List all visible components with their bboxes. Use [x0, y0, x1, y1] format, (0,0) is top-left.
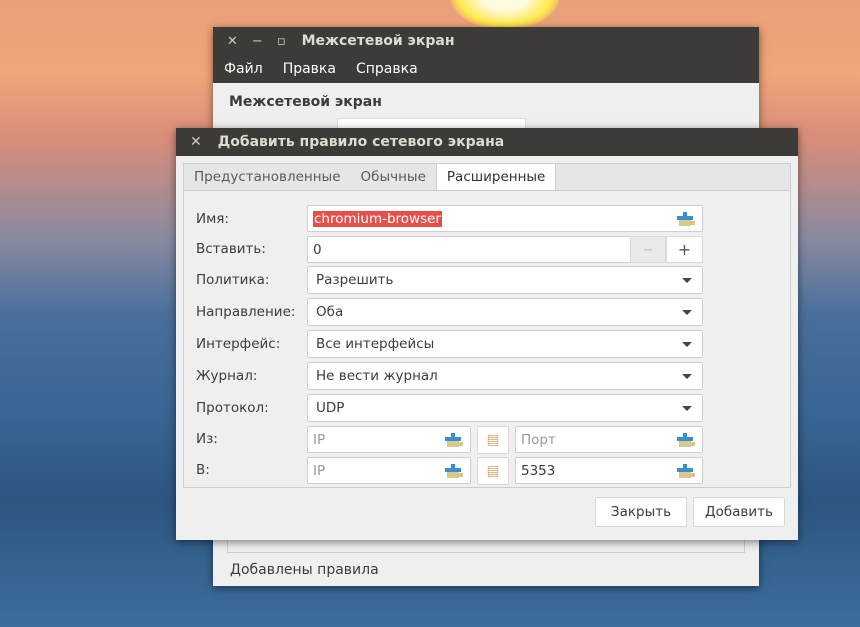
- main-heading: Межсетевой экран: [229, 94, 382, 110]
- interface-select[interactable]: Все интерфейсы: [307, 330, 703, 358]
- minimize-icon[interactable]: −: [252, 34, 263, 49]
- main-titlebar: ✕ − ▫ Межсетевой экран: [213, 27, 759, 55]
- tab-preconfigured[interactable]: Предустановленные: [184, 164, 351, 191]
- close-icon[interactable]: ✕: [227, 34, 238, 49]
- sun: [450, 0, 560, 30]
- from-port-input[interactable]: Порт: [515, 426, 703, 453]
- protocol-select[interactable]: UDP: [307, 394, 703, 422]
- menu-edit[interactable]: Правка: [283, 61, 336, 77]
- tab-bar: Предустановленные Обычные Расширенные: [183, 163, 791, 191]
- dialog-title: Добавить правило сетевого экрана: [217, 134, 505, 150]
- log-select[interactable]: Не вести журнал: [307, 362, 703, 390]
- add-button[interactable]: Добавить: [693, 497, 785, 527]
- policy-label: Политика:: [196, 272, 270, 288]
- insert-label: Вставить:: [196, 241, 266, 257]
- from-port-placeholder: Порт: [521, 431, 556, 448]
- to-label: В:: [196, 462, 210, 478]
- insert-value: 0: [313, 241, 322, 258]
- log-label: Журнал:: [196, 368, 258, 384]
- to-port-value: 5353: [521, 462, 556, 479]
- policy-select[interactable]: Разрешить: [307, 266, 703, 294]
- clear-icon[interactable]: [445, 433, 461, 447]
- from-ip-placeholder: IP: [313, 431, 326, 448]
- interface-label: Интерфейс:: [196, 336, 281, 352]
- close-icon[interactable]: ✕: [190, 134, 202, 150]
- tab-simple[interactable]: Обычные: [351, 164, 436, 191]
- clear-icon[interactable]: [677, 212, 693, 226]
- decrement-button[interactable]: −: [630, 236, 666, 263]
- tab-advanced[interactable]: Расширенные: [435, 164, 557, 191]
- interface-value: Все интерфейсы: [316, 336, 435, 352]
- direction-select[interactable]: Оба: [307, 298, 703, 326]
- name-input[interactable]: chromium-browser: [307, 205, 703, 232]
- direction-value: Оба: [316, 304, 344, 320]
- maximize-icon[interactable]: ▫: [277, 34, 286, 49]
- from-label: Из:: [196, 431, 218, 447]
- add-rule-dialog: ✕ Добавить правило сетевого экрана Преду…: [176, 128, 798, 540]
- to-ip-input[interactable]: IP: [307, 457, 471, 484]
- to-ip-placeholder: IP: [313, 462, 326, 479]
- dialog-titlebar: ✕ Добавить правило сетевого экрана: [176, 128, 798, 156]
- paste-icon[interactable]: ▤: [477, 457, 509, 485]
- insert-stepper[interactable]: 0 − +: [307, 236, 703, 263]
- direction-label: Направление:: [196, 304, 296, 320]
- paste-icon[interactable]: ▤: [477, 426, 509, 454]
- protocol-value: UDP: [316, 400, 345, 416]
- to-port-input[interactable]: 5353: [515, 457, 703, 484]
- menu-help[interactable]: Справка: [356, 61, 418, 77]
- log-value: Не вести журнал: [316, 368, 438, 384]
- window-title: Межсетевой экран: [301, 33, 455, 49]
- policy-value: Разрешить: [316, 272, 394, 288]
- protocol-label: Протокол:: [196, 400, 269, 416]
- clear-icon[interactable]: [445, 464, 461, 478]
- rules-added-label: Добавлены правила: [230, 562, 379, 578]
- name-label: Имя:: [196, 211, 229, 227]
- increment-button[interactable]: +: [666, 236, 703, 263]
- menubar: Файл Правка Справка: [213, 55, 759, 83]
- name-value: chromium-browser: [313, 210, 442, 227]
- from-ip-input[interactable]: IP: [307, 426, 471, 453]
- menu-file[interactable]: Файл: [224, 61, 263, 77]
- clear-icon[interactable]: [677, 433, 693, 447]
- advanced-panel: Имя: Вставить: Политика: Направление: Ин…: [183, 190, 791, 488]
- close-button[interactable]: Закрыть: [595, 497, 687, 527]
- clear-icon[interactable]: [677, 464, 693, 478]
